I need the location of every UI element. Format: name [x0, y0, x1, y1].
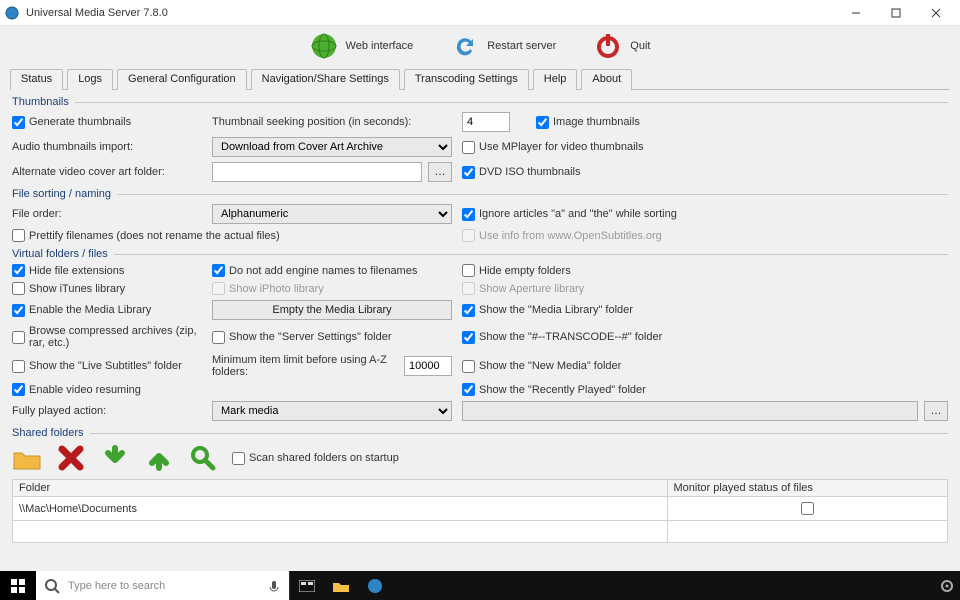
move-up-button[interactable]: [144, 443, 174, 473]
prettify-filenames-checkbox[interactable]: Prettify filenames (does not rename the …: [12, 229, 452, 242]
monitor-checkbox[interactable]: [801, 502, 814, 515]
dvd-iso-checkbox[interactable]: DVD ISO thumbnails: [462, 166, 948, 179]
folder-path-cell: \\Mac\Home\Documents: [13, 497, 668, 521]
mic-icon: [267, 579, 281, 593]
virtual-folders-section-title: Virtual folders / files: [12, 248, 948, 260]
gear-icon: [940, 579, 954, 593]
minimize-button[interactable]: [836, 0, 876, 26]
restart-server-label: Restart server: [487, 40, 556, 52]
audio-thumbnails-label: Audio thumbnails import:: [12, 141, 202, 153]
shared-folders-table: Folder Monitor played status of files \\…: [12, 479, 948, 543]
enable-video-resuming-checkbox[interactable]: Enable video resuming: [12, 383, 202, 396]
use-mplayer-checkbox[interactable]: Use MPlayer for video thumbnails: [462, 141, 948, 154]
fully-played-action-select[interactable]: Mark media: [212, 401, 452, 421]
tab-about[interactable]: About: [581, 69, 632, 90]
scan-folder-button[interactable]: [188, 443, 218, 473]
show-itunes-checkbox[interactable]: Show iTunes library: [12, 282, 202, 295]
opensubtitles-checkbox: Use info from www.OpenSubtitles.org: [462, 229, 948, 242]
tab-help[interactable]: Help: [533, 69, 578, 90]
thumbnails-section-title: Thumbnails: [12, 96, 948, 108]
titlebar: Universal Media Server 7.8.0: [0, 0, 960, 26]
fully-played-path-input[interactable]: [462, 401, 918, 421]
seek-position-input[interactable]: [462, 112, 510, 132]
ignore-articles-checkbox[interactable]: Ignore articles "a" and "the" while sort…: [462, 208, 948, 221]
show-media-library-checkbox[interactable]: Show the "Media Library" folder: [462, 304, 948, 317]
min-item-limit-input[interactable]: [404, 356, 452, 376]
task-view-button[interactable]: [290, 571, 324, 600]
close-button[interactable]: [916, 0, 956, 26]
table-row[interactable]: \\Mac\Home\Documents: [13, 497, 948, 521]
tab-logs[interactable]: Logs: [67, 69, 113, 90]
show-live-subtitles-checkbox[interactable]: Show the "Live Subtitles" folder: [12, 360, 202, 373]
fully-played-browse-button[interactable]: …: [924, 401, 948, 421]
browse-compressed-checkbox[interactable]: Browse compressed archives (zip, rar, et…: [12, 325, 202, 349]
taskbar-search[interactable]: Type here to search: [36, 571, 290, 600]
scan-on-startup-checkbox[interactable]: Scan shared folders on startup: [232, 452, 399, 465]
fully-played-action-label: Fully played action:: [12, 405, 202, 417]
system-tray[interactable]: [940, 579, 960, 593]
show-recently-played-checkbox[interactable]: Show the "Recently Played" folder: [462, 383, 948, 396]
content-area: Web interface Restart server Quit Status…: [0, 26, 960, 571]
ums-taskbar-icon[interactable]: [358, 571, 392, 600]
quit-button[interactable]: Quit: [594, 32, 650, 60]
folders-column-monitor[interactable]: Monitor played status of files: [667, 480, 948, 497]
remove-folder-button[interactable]: [56, 443, 86, 473]
min-item-limit-label: Minimum item limit before using A-Z fold…: [212, 354, 398, 378]
audio-thumbnails-select[interactable]: Download from Cover Art Archive: [212, 137, 452, 157]
move-down-button[interactable]: [100, 443, 130, 473]
file-sorting-section-title: File sorting / naming: [12, 188, 948, 200]
tab-status[interactable]: Status: [10, 69, 63, 90]
tab-transcoding-settings[interactable]: Transcoding Settings: [404, 69, 529, 90]
maximize-button[interactable]: [876, 0, 916, 26]
seek-position-label: Thumbnail seeking position (in seconds):: [212, 116, 411, 128]
tab-bar: Status Logs General Configuration Naviga…: [0, 68, 960, 89]
image-thumbnails-checkbox[interactable]: Image thumbnails: [536, 116, 640, 129]
alt-cover-browse-button[interactable]: …: [428, 162, 452, 182]
quit-label: Quit: [630, 40, 650, 52]
add-folder-button[interactable]: [12, 443, 42, 473]
taskbar: Type here to search: [0, 571, 960, 600]
hide-extensions-checkbox[interactable]: Hide file extensions: [12, 264, 202, 277]
show-new-media-checkbox[interactable]: Show the "New Media" folder: [462, 360, 948, 373]
file-order-select[interactable]: Alphanumeric: [212, 204, 452, 224]
alt-cover-label: Alternate video cover art folder:: [12, 166, 202, 178]
generate-thumbnails-checkbox[interactable]: Generate thumbnails: [12, 116, 202, 129]
settings-panel: Thumbnails Generate thumbnails Thumbnail…: [0, 90, 960, 558]
shared-folders-section-title: Shared folders: [12, 427, 948, 439]
restart-server-button[interactable]: Restart server: [451, 32, 556, 60]
no-engine-names-checkbox[interactable]: Do not add engine names to filenames: [212, 264, 452, 277]
tab-general-configuration[interactable]: General Configuration: [117, 69, 247, 90]
window-title: Universal Media Server 7.8.0: [26, 7, 168, 19]
power-icon: [594, 32, 622, 60]
show-iphoto-checkbox: Show iPhoto library: [212, 282, 452, 295]
tab-navigation-share-settings[interactable]: Navigation/Share Settings: [251, 69, 400, 90]
web-interface-label: Web interface: [346, 40, 414, 52]
enable-media-library-checkbox[interactable]: Enable the Media Library: [12, 304, 202, 317]
file-explorer-taskbar-icon[interactable]: [324, 571, 358, 600]
alt-cover-input[interactable]: [212, 162, 422, 182]
folders-column-folder[interactable]: Folder: [13, 480, 668, 497]
taskbar-search-placeholder: Type here to search: [68, 580, 165, 592]
hide-empty-folders-checkbox[interactable]: Hide empty folders: [462, 264, 948, 277]
web-interface-button[interactable]: Web interface: [310, 32, 414, 60]
show-aperture-checkbox: Show Aperture library: [462, 282, 948, 295]
refresh-icon: [451, 32, 479, 60]
file-order-label: File order:: [12, 208, 202, 220]
search-icon: [44, 578, 60, 594]
show-transcode-folder-checkbox[interactable]: Show the "#--TRANSCODE--#" folder: [462, 331, 948, 344]
show-server-settings-checkbox[interactable]: Show the "Server Settings" folder: [212, 331, 452, 344]
empty-media-library-button[interactable]: Empty the Media Library: [212, 300, 452, 320]
main-toolbar: Web interface Restart server Quit: [0, 26, 960, 64]
start-button[interactable]: [0, 571, 36, 600]
app-icon: [4, 5, 20, 21]
globe-icon: [310, 32, 338, 60]
